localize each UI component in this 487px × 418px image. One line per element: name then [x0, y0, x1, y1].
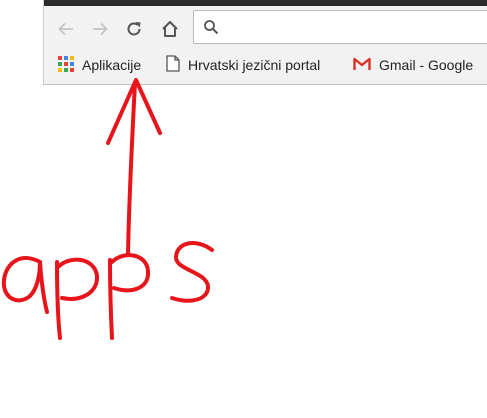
annotation-letter-a: [1, 256, 49, 314]
bookmark-label: Gmail - Google: [379, 57, 474, 73]
annotation-letter-p1: [55, 257, 99, 340]
annotation-letter-s: [170, 241, 214, 303]
page: Aplikacije Hrvatski jezični portal Gmail…: [0, 0, 487, 418]
forward-button[interactable]: [89, 18, 111, 40]
reload-icon: [127, 22, 141, 36]
arrow-left-icon: [58, 22, 73, 36]
address-bar[interactable]: [193, 10, 487, 44]
gmail-icon: [353, 57, 371, 74]
home-button[interactable]: [159, 18, 181, 40]
annotation-arrow-shaft: [126, 81, 137, 257]
reload-button[interactable]: [123, 18, 145, 40]
bookmark-label: Aplikacije: [82, 57, 142, 73]
search-icon: [203, 19, 219, 40]
bookmark-apps[interactable]: Aplikacije: [58, 52, 141, 78]
annotation-arrow-head: [106, 78, 162, 145]
annotation-letter-p2: [108, 253, 150, 340]
back-button[interactable]: [55, 18, 77, 40]
bookmark-label: Hrvatski jezični portal: [188, 57, 321, 73]
page-icon: [166, 55, 180, 75]
bookmarks-bar: Aplikacije Hrvatski jezični portal Gmail…: [43, 52, 487, 80]
apps-grid-icon: [58, 55, 74, 75]
bookmark-hjp[interactable]: Hrvatski jezični portal: [166, 52, 320, 78]
bookmark-gmail[interactable]: Gmail - Google: [353, 52, 473, 78]
home-icon: [162, 21, 178, 37]
address-input[interactable]: [224, 15, 478, 41]
arrow-right-icon: [93, 22, 108, 36]
